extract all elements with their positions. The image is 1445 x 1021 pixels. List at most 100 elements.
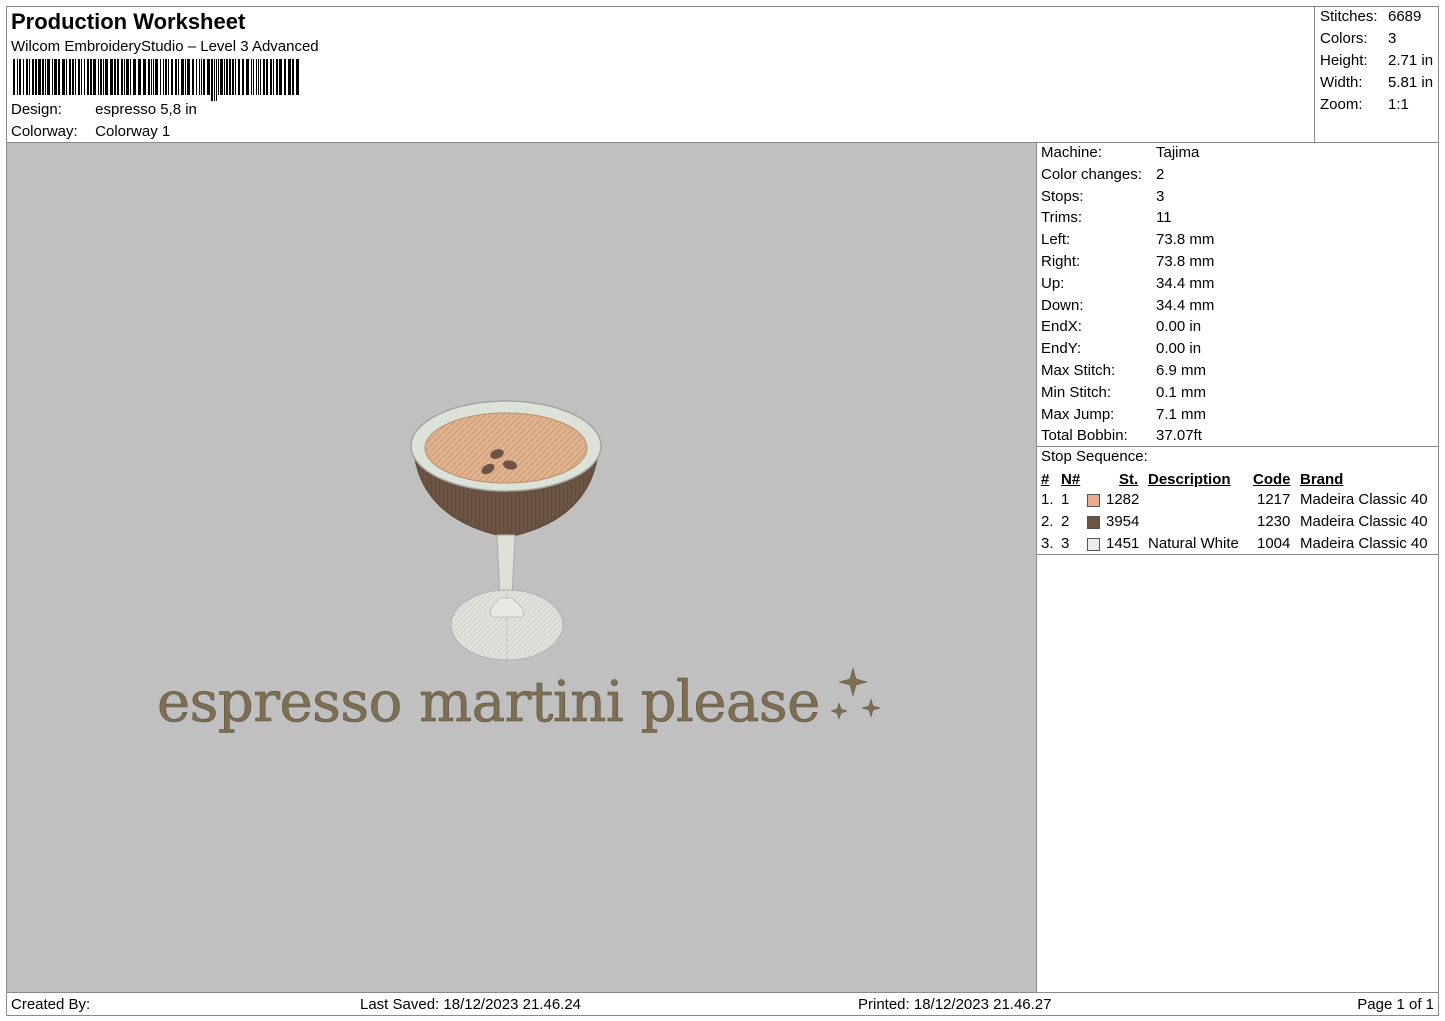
info-label: EndY:: [1041, 340, 1082, 358]
info-row: EndY: 0.00 in: [1041, 340, 1201, 357]
height-label: Height:: [1320, 52, 1368, 69]
software-name: Wilcom EmbroideryStudio – Level 3 Advanc…: [11, 38, 319, 55]
cell-brand: Madeira Classic 40: [1300, 491, 1428, 508]
stitches-row: Stitches: 6689: [1320, 8, 1421, 25]
col-header-n: N#: [1061, 471, 1081, 488]
info-row: Machine: Tajima: [1041, 144, 1199, 161]
colorway-row: Colorway: Colorway 1: [11, 123, 170, 140]
col-header-num: #: [1041, 471, 1050, 488]
info-label: Trims:: [1041, 209, 1083, 227]
info-value: 73.8 mm: [1156, 231, 1215, 249]
stitches-label: Stitches:: [1320, 8, 1378, 25]
colorway-label: Colorway:: [11, 123, 78, 140]
width-value: 5.81 in: [1388, 74, 1434, 91]
design-value: espresso 5,8 in: [95, 101, 197, 118]
printed-date: Printed: 18/12/2023 21.46.27: [858, 996, 1052, 1013]
table-row: 2. 2 3954 1230 Madeira Classic 40: [1037, 513, 1438, 535]
info-value: 0.00 in: [1156, 340, 1202, 358]
colors-label: Colors:: [1320, 30, 1368, 47]
page-title: Production Worksheet: [11, 9, 246, 34]
info-row: EndX: 0.00 in: [1041, 318, 1201, 335]
zoom-label: Zoom:: [1320, 96, 1363, 113]
info-value: Tajima: [1156, 144, 1200, 161]
info-value: 34.4 mm: [1156, 296, 1215, 314]
color-swatch: [1087, 538, 1100, 551]
info-label: Stops:: [1041, 187, 1084, 205]
worksheet-footer: Created By: Last Saved: 18/12/2023 21.46…: [6, 992, 1439, 1016]
zoom-value: 1:1: [1388, 96, 1409, 113]
info-row: Min Stitch: 0.1 mm: [1041, 384, 1206, 401]
cell-num: 2.: [1041, 513, 1054, 530]
info-label: Min Stitch:: [1041, 383, 1112, 401]
table-row: 1. 1 1282 1217 Madeira Classic 40: [1037, 491, 1438, 513]
cell-st: 1282: [1106, 491, 1140, 508]
info-value: 3: [1156, 187, 1165, 205]
info-row: Right: 73.8 mm: [1041, 253, 1214, 270]
info-value: 7.1 mm: [1156, 405, 1207, 423]
cell-n: 2: [1061, 513, 1070, 530]
cell-n: 1: [1061, 491, 1070, 508]
info-row: Up: 34.4 mm: [1041, 275, 1214, 292]
stitches-value: 6689: [1388, 8, 1422, 25]
created-by: Created By:: [11, 996, 91, 1013]
color-swatch: [1087, 516, 1100, 529]
cell-code: 1230: [1257, 513, 1291, 530]
worksheet-header: Production Worksheet Wilcom EmbroiderySt…: [6, 6, 1315, 143]
cell-num: 1.: [1041, 491, 1054, 508]
info-value: 37.07ft: [1156, 427, 1202, 445]
design-caption: espresso martini please: [157, 670, 820, 735]
martini-glass: [410, 400, 602, 661]
info-row: Left: 73.8 mm: [1041, 231, 1214, 248]
info-value: 11: [1156, 209, 1172, 227]
colorway-value: Colorway 1: [95, 123, 171, 140]
sparkle-icon: [830, 667, 881, 720]
info-label: Color changes:: [1041, 165, 1142, 183]
info-value: 6.9 mm: [1156, 362, 1207, 379]
colors-row: Colors: 3: [1320, 30, 1396, 47]
width-row: Width: 5.81 in: [1320, 74, 1433, 91]
info-label: Up:: [1041, 274, 1065, 292]
cell-num: 3.: [1041, 535, 1054, 552]
info-row: Down: 34.4 mm: [1041, 297, 1214, 314]
info-row: Max Jump: 7.1 mm: [1041, 406, 1206, 423]
color-swatch: [1087, 494, 1100, 507]
info-label: Total Bobbin:: [1041, 427, 1128, 445]
design-row: Design: espresso 5,8 in: [11, 101, 197, 118]
col-header-code: Code: [1253, 471, 1291, 488]
barcode: [13, 59, 299, 101]
width-label: Width:: [1320, 74, 1363, 91]
info-label: EndX:: [1041, 318, 1082, 336]
info-row: Stops: 3: [1041, 188, 1164, 205]
col-header-description: Description: [1148, 471, 1231, 488]
info-value: 0.00 in: [1156, 318, 1202, 336]
colors-value: 3: [1388, 30, 1397, 47]
cell-st: 1451: [1106, 535, 1140, 552]
info-label: Right:: [1041, 253, 1081, 270]
design-preview: espresso martini please: [6, 142, 1037, 993]
info-value: 34.4 mm: [1156, 274, 1215, 292]
cell-code: 1004: [1257, 535, 1291, 552]
cell-description: Natural White: [1148, 535, 1239, 552]
design-label: Design:: [11, 101, 62, 118]
info-value: 73.8 mm: [1156, 253, 1215, 270]
info-value: 2: [1156, 165, 1165, 183]
last-saved: Last Saved: 18/12/2023 21.46.24: [360, 996, 582, 1013]
cell-st: 3954: [1106, 513, 1140, 530]
info-value: 0.1 mm: [1156, 383, 1207, 401]
col-header-st: St.: [1119, 471, 1139, 488]
summary-box: Stitches: 6689 Colors: 3 Height: 2.71 in Wi…: [1314, 6, 1439, 143]
zoom-row: Zoom: 1:1: [1320, 96, 1409, 113]
page-number: Page 1 of 1: [1357, 996, 1434, 1013]
info-label: Max Jump:: [1041, 405, 1115, 423]
info-row: Max Stitch: 6.9 mm: [1041, 362, 1206, 379]
info-label: Machine:: [1041, 144, 1102, 161]
height-row: Height: 2.71 in: [1320, 52, 1433, 69]
glass-stem: [496, 534, 516, 599]
info-row: Color changes: 2: [1041, 166, 1164, 183]
info-label: Left:: [1041, 231, 1071, 249]
espresso-foam: [424, 412, 588, 484]
machine-info-panel: Machine: Tajima Color changes: 2 Stops: 3 Trim…: [1036, 142, 1439, 993]
info-label: Max Stitch:: [1041, 362, 1116, 379]
info-label: Down:: [1041, 296, 1084, 314]
cell-n: 3: [1061, 535, 1070, 552]
